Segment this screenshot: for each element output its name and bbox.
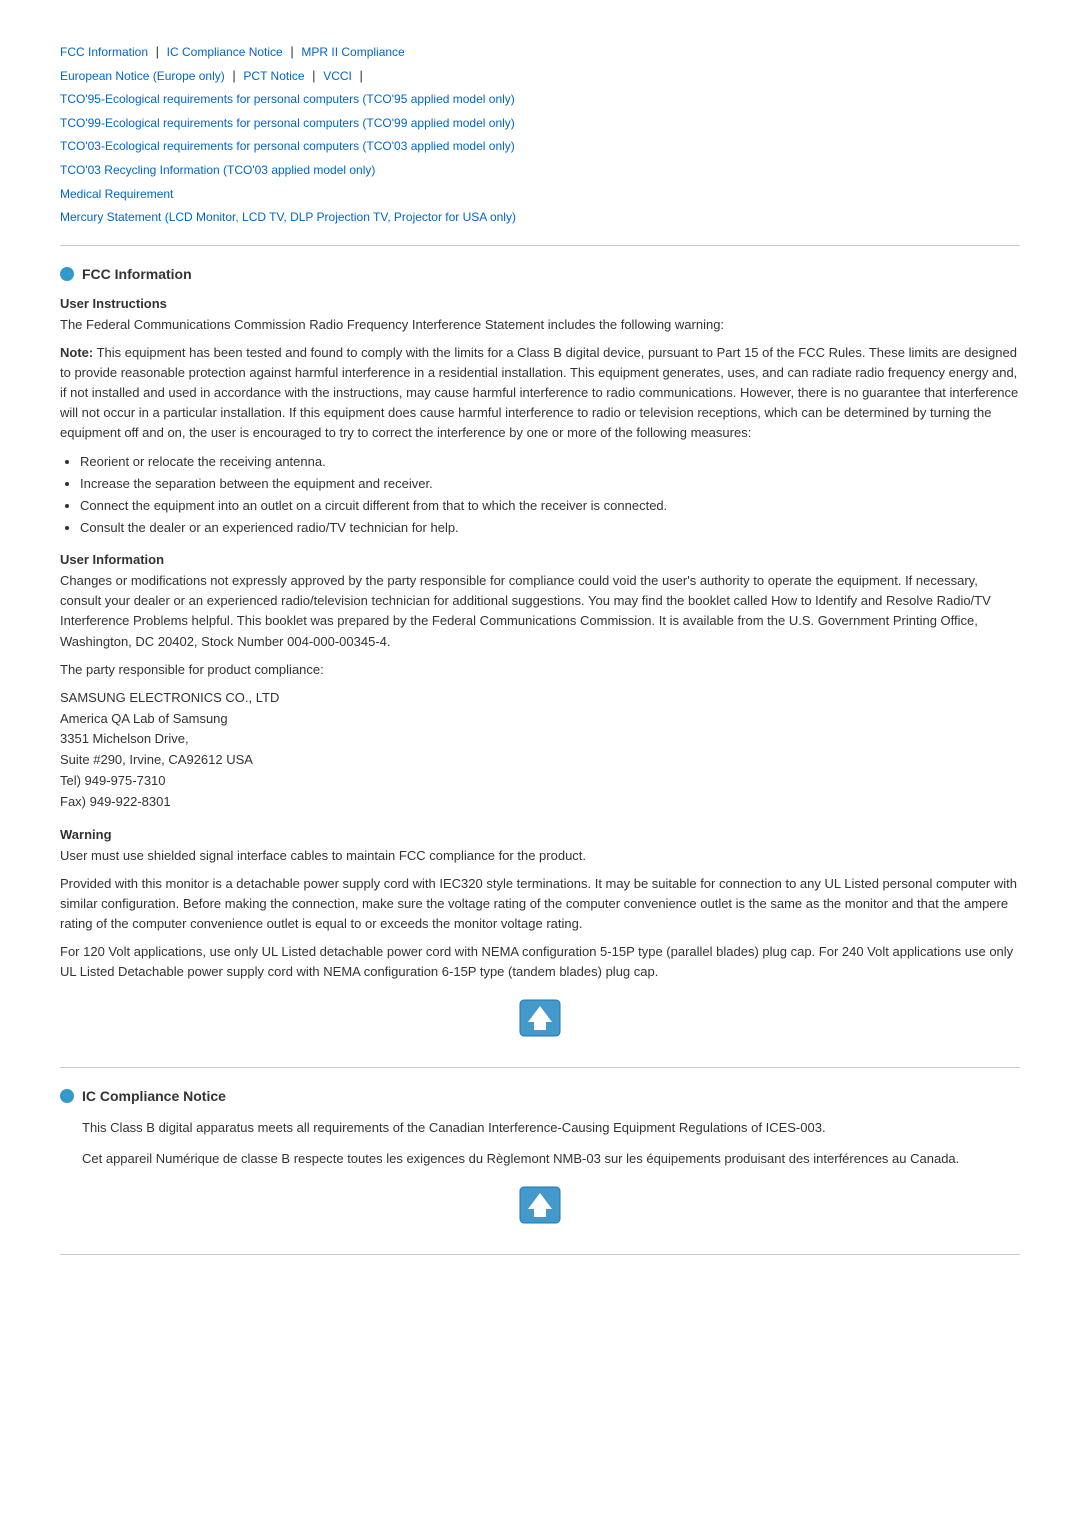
top-icon-2 xyxy=(516,1183,564,1227)
nav-vcci[interactable]: VCCI xyxy=(323,69,352,83)
fcc-section-header: FCC Information xyxy=(60,266,1020,282)
nav-tco95[interactable]: TCO'95-Ecological requirements for perso… xyxy=(60,92,515,106)
top-icon xyxy=(516,996,564,1040)
measure-item: Reorient or relocate the receiving anten… xyxy=(80,452,1020,472)
nav-ic[interactable]: IC Compliance Notice xyxy=(167,45,283,59)
ic-section-title: IC Compliance Notice xyxy=(82,1088,226,1104)
measure-item: Consult the dealer or an experienced rad… xyxy=(80,518,1020,538)
nav-tco99[interactable]: TCO'99-Ecological requirements for perso… xyxy=(60,116,515,130)
pipe-2: | xyxy=(290,44,293,59)
ic-separator xyxy=(60,1254,1020,1255)
nav-pct[interactable]: PCT Notice xyxy=(243,69,304,83)
warning-text2: Provided with this monitor is a detachab… xyxy=(60,874,1020,934)
ic-section: IC Compliance Notice This Class B digita… xyxy=(60,1088,1020,1229)
fcc-top-link[interactable] xyxy=(60,996,1020,1043)
address-block: SAMSUNG ELECTRONICS CO., LTD America QA … xyxy=(60,688,1020,813)
fcc-section: FCC Information User Instructions The Fe… xyxy=(60,266,1020,1044)
nav-tco03[interactable]: TCO'03-Ecological requirements for perso… xyxy=(60,139,515,153)
nav-tco03r[interactable]: TCO'03 Recycling Information (TCO'03 app… xyxy=(60,163,375,177)
address-line-6: Fax) 949-922-8301 xyxy=(60,792,1020,813)
note-text: Note: This equipment has been tested and… xyxy=(60,343,1020,444)
warning-title: Warning xyxy=(60,827,1020,842)
ic-text2: Cet appareil Numérique de classe B respe… xyxy=(82,1149,1020,1169)
pipe-4: | xyxy=(312,68,315,83)
warning-text3: For 120 Volt applications, use only UL L… xyxy=(60,942,1020,982)
address-line-5: Tel) 949-975-7310 xyxy=(60,771,1020,792)
fcc-section-title: FCC Information xyxy=(82,266,192,282)
nav-fcc[interactable]: FCC Information xyxy=(60,45,148,59)
nav-eu[interactable]: European Notice (Europe only) xyxy=(60,69,225,83)
address-line-2: America QA Lab of Samsung xyxy=(60,709,1020,730)
ic-bullet-icon xyxy=(60,1089,74,1103)
warning-text1: User must use shielded signal interface … xyxy=(60,846,1020,866)
user-instructions-intro: The Federal Communications Commission Ra… xyxy=(60,315,1020,335)
fcc-separator xyxy=(60,1067,1020,1068)
pipe-5: | xyxy=(359,68,362,83)
address-line-3: 3351 Michelson Drive, xyxy=(60,729,1020,750)
fcc-bullet-icon xyxy=(60,267,74,281)
note-body: This equipment has been tested and found… xyxy=(60,345,1018,441)
address-line-4: Suite #290, Irvine, CA92612 USA xyxy=(60,750,1020,771)
ic-top-link[interactable] xyxy=(60,1183,1020,1230)
nav-medical[interactable]: Medical Requirement xyxy=(60,187,173,201)
user-instructions-title: User Instructions xyxy=(60,296,1020,311)
ic-text1: This Class B digital apparatus meets all… xyxy=(82,1118,1020,1138)
navigation-links: FCC Information | IC Compliance Notice |… xyxy=(60,40,1020,229)
user-information-title: User Information xyxy=(60,552,1020,567)
measure-item: Connect the equipment into an outlet on … xyxy=(80,496,1020,516)
pipe-3: | xyxy=(232,68,235,83)
pipe-1: | xyxy=(156,44,159,59)
measures-list: Reorient or relocate the receiving anten… xyxy=(60,452,1020,539)
address-line-1: SAMSUNG ELECTRONICS CO., LTD xyxy=(60,688,1020,709)
fcc-top-anchor[interactable] xyxy=(516,996,564,1043)
ic-top-anchor[interactable] xyxy=(516,1183,564,1230)
nav-mercury[interactable]: Mercury Statement (LCD Monitor, LCD TV, … xyxy=(60,210,516,224)
party-intro: The party responsible for product compli… xyxy=(60,660,1020,680)
measure-item: Increase the separation between the equi… xyxy=(80,474,1020,494)
nav-mpr[interactable]: MPR II Compliance xyxy=(301,45,404,59)
top-separator xyxy=(60,245,1020,246)
ic-section-header: IC Compliance Notice xyxy=(60,1088,1020,1104)
user-information-text: Changes or modifications not expressly a… xyxy=(60,571,1020,652)
